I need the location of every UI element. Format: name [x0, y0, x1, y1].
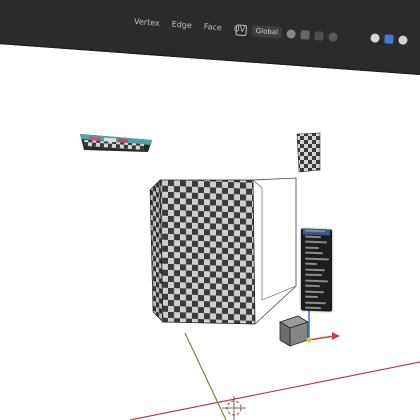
checker-panel-object[interactable]: [296, 132, 321, 173]
y-axis-line: [184, 332, 227, 420]
3d-viewport[interactable]: [0, 0, 420, 420]
small-cube-object[interactable]: [279, 315, 309, 347]
x-axis-line: [129, 361, 420, 420]
3d-cursor-icon[interactable]: [222, 396, 246, 420]
context-menu[interactable]: [301, 228, 332, 312]
texture-card-object[interactable]: [80, 134, 152, 152]
checker-cube-object[interactable]: [149, 177, 297, 325]
